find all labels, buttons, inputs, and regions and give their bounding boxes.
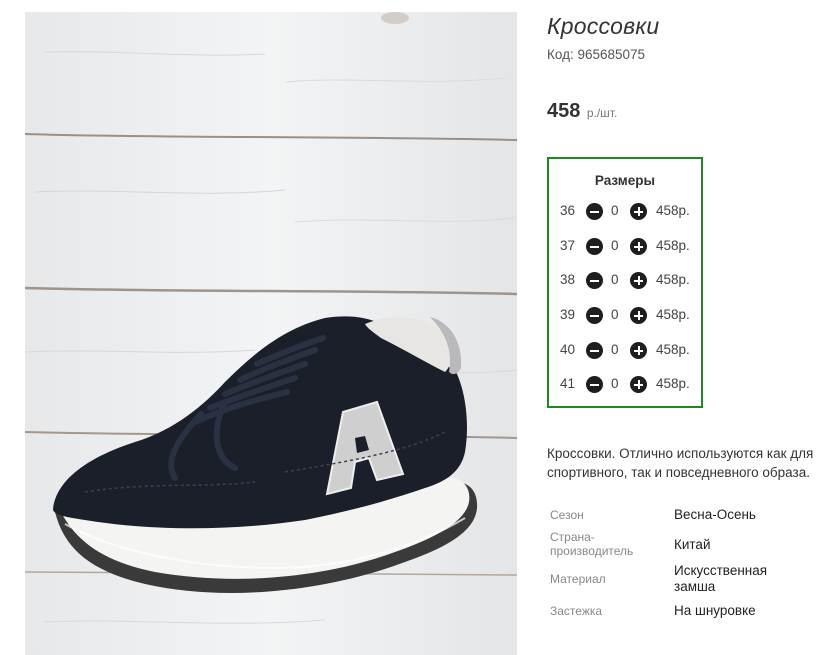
spec-label-country: Страна-производитель — [550, 530, 634, 558]
quantity-value: 0 — [611, 272, 619, 287]
product-code: Код: 965685075 — [547, 47, 645, 62]
size-label: 38 — [560, 272, 576, 287]
size-row-38: 38 0 458р. — [549, 270, 701, 290]
spec-label-material: Материал — [550, 572, 606, 586]
price-amount: 458 — [547, 100, 581, 122]
product-code-label: Код: — [547, 47, 574, 62]
plus-circle-icon[interactable] — [630, 272, 647, 289]
size-label: 37 — [560, 238, 576, 253]
quantity-value: 0 — [611, 342, 619, 357]
size-price: 458р. — [656, 238, 690, 253]
size-label: 40 — [560, 342, 576, 357]
quantity-value: 0 — [611, 238, 619, 253]
spec-label-fastener: Застежка — [550, 604, 603, 618]
size-row-40: 40 0 458р. — [549, 340, 701, 360]
spec-label-season: Сезон — [550, 508, 584, 522]
size-label: 36 — [560, 203, 576, 218]
spec-value-fastener: На шнуровке — [674, 603, 756, 618]
plus-circle-icon[interactable] — [630, 307, 647, 324]
size-price: 458р. — [656, 307, 690, 322]
size-label: 39 — [560, 307, 576, 322]
size-price: 458р. — [656, 272, 690, 287]
plus-circle-icon[interactable] — [630, 203, 647, 220]
size-row-41: 41 0 458р. — [549, 374, 701, 394]
plus-circle-icon[interactable] — [630, 238, 647, 255]
minus-circle-icon[interactable] — [586, 376, 603, 393]
minus-circle-icon[interactable] — [586, 238, 603, 255]
product-code-value: 965685075 — [577, 47, 646, 62]
spec-value-material: Искусственная замша — [674, 563, 768, 594]
size-price: 458р. — [656, 376, 690, 391]
minus-circle-icon[interactable] — [586, 342, 603, 359]
quantity-value: 0 — [611, 203, 619, 218]
minus-circle-icon[interactable] — [586, 307, 603, 324]
size-row-36: 36 0 458р. — [549, 201, 701, 221]
product-description: Кроссовки. Отлично используются как для … — [547, 446, 814, 480]
sizes-panel: Размеры 36 0 458р. 37 0 458р. 38 0 458р.… — [547, 157, 703, 408]
size-price: 458р. — [656, 203, 690, 218]
price-unit: р./шт. — [586, 106, 618, 120]
spec-value-country: Китай — [674, 537, 711, 552]
product-price: 458 р./шт. — [547, 100, 617, 123]
size-price: 458р. — [656, 342, 690, 357]
sneaker-photo — [25, 12, 517, 655]
minus-circle-icon[interactable] — [586, 203, 603, 220]
size-row-39: 39 0 458р. — [549, 305, 701, 325]
size-label: 41 — [560, 376, 576, 391]
product-title: Кроссовки — [547, 13, 660, 39]
minus-circle-icon[interactable] — [586, 272, 603, 289]
product-image[interactable] — [25, 12, 517, 655]
quantity-value: 0 — [611, 307, 619, 322]
plus-circle-icon[interactable] — [630, 376, 647, 393]
quantity-value: 0 — [611, 376, 619, 391]
spec-value-season: Весна-Осень — [674, 507, 756, 522]
plus-circle-icon[interactable] — [630, 342, 647, 359]
sizes-title: Размеры — [594, 173, 656, 188]
size-row-37: 37 0 458р. — [549, 236, 701, 256]
